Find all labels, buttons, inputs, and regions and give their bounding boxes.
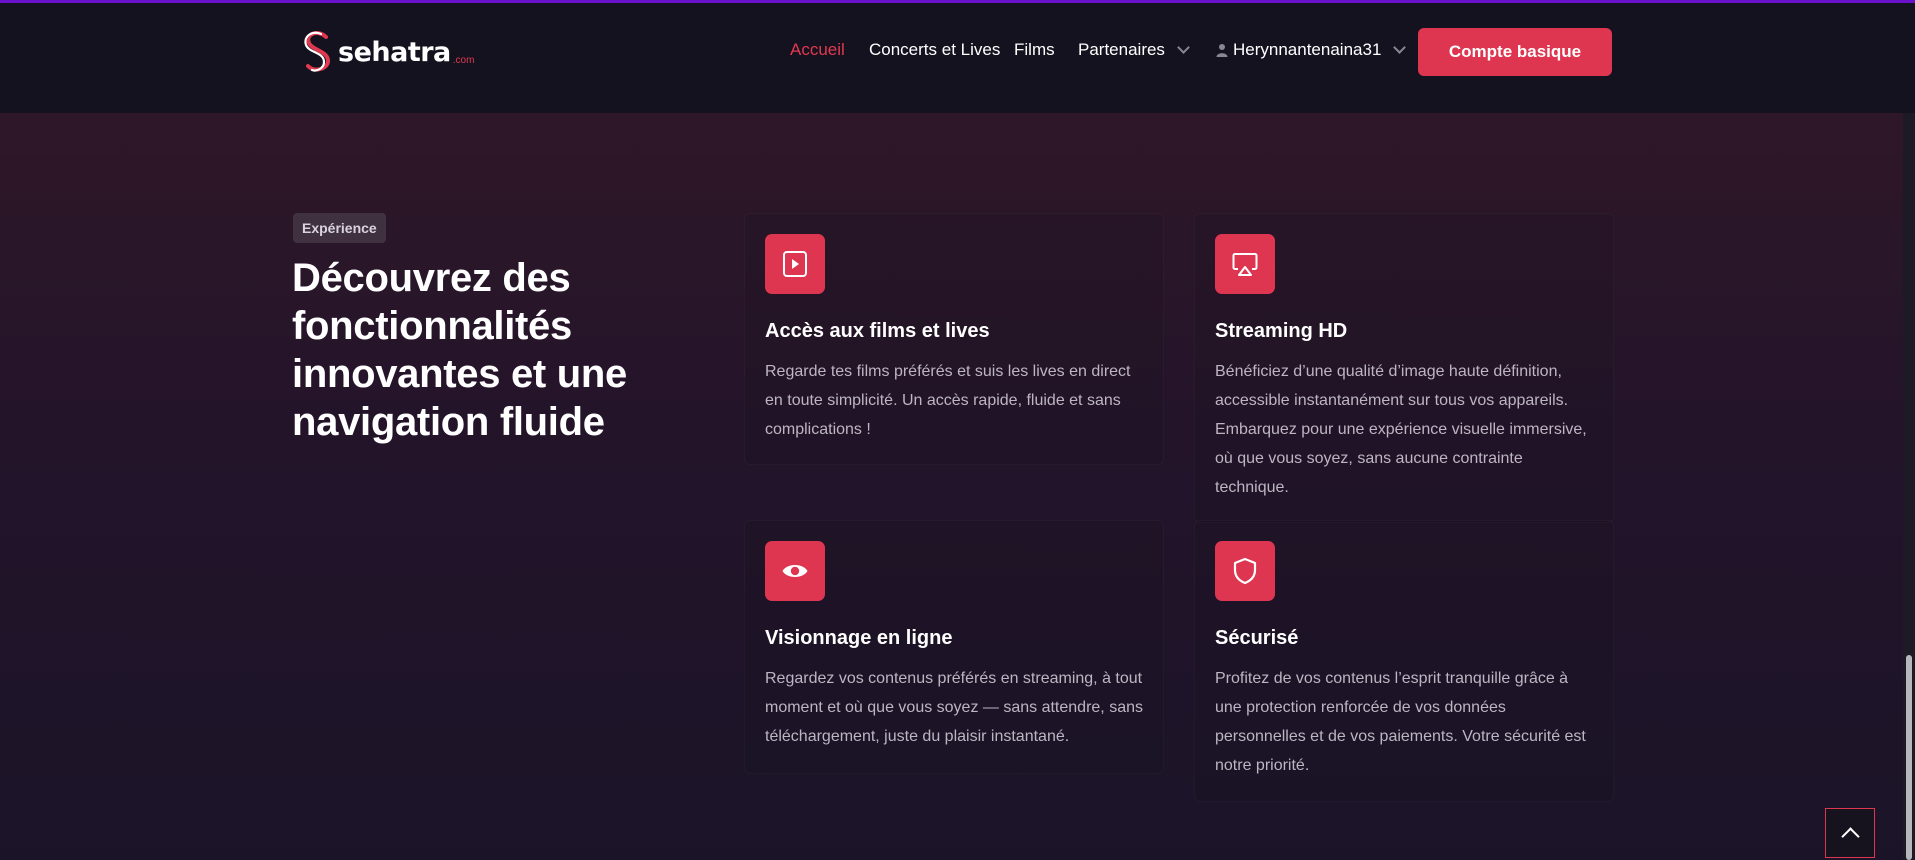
eye-icon <box>782 565 808 577</box>
feature-text: Bénéficiez d’une qualité d’image haute d… <box>1215 363 1587 496</box>
main-nav: Accueil Concerts et Lives Films Partenai… <box>0 6 1915 96</box>
scrollbar-thumb[interactable] <box>1906 655 1912 860</box>
feature-icon-box <box>1215 234 1275 294</box>
feature-card-streaming-hd: Streaming HD Bénéficiez d’une qualité d’… <box>1194 213 1614 523</box>
chevron-up-icon <box>1840 826 1860 846</box>
feature-title: Streaming HD <box>1215 320 1348 342</box>
nav-label: Films <box>1014 40 1055 59</box>
user-menu[interactable]: Herynnantenaina31 <box>1216 40 1407 60</box>
airplay-icon <box>1232 253 1258 276</box>
nav-label: Partenaires <box>1078 40 1165 59</box>
feature-icon-box <box>765 234 825 294</box>
feature-title: Accès aux films et lives <box>765 320 990 342</box>
nav-label: Concerts et Lives <box>869 40 1001 59</box>
feature-card-visionnage: Visionnage en ligne Regardez vos contenu… <box>744 520 1164 774</box>
feature-text: Profitez de vos contenus l’esprit tranqu… <box>1215 670 1586 774</box>
feature-title: Visionnage en ligne <box>765 627 953 649</box>
chevron-down-icon <box>1393 41 1407 54</box>
section-title: Découvrez des fonctionnalités innovantes… <box>292 256 627 444</box>
feature-icon-box <box>1215 541 1275 601</box>
nav-label: Accueil <box>790 40 845 59</box>
feature-text: Regarde tes films préférés et suis les l… <box>765 363 1131 438</box>
nav-item-partenaires[interactable]: Partenaires <box>1078 40 1190 60</box>
nav-item-concerts-lives[interactable]: Concerts et Lives <box>869 40 1000 60</box>
nav-item-films[interactable]: Films <box>1014 40 1055 60</box>
shield-icon <box>1233 557 1257 585</box>
feature-title: Sécurisé <box>1215 627 1299 649</box>
page-scrollbar[interactable] <box>1903 113 1915 860</box>
play-square-icon <box>783 251 807 277</box>
user-icon <box>1216 44 1228 57</box>
feature-icon-box <box>765 541 825 601</box>
feature-card-films-lives: Accès aux films et lives Regarde tes fil… <box>744 213 1164 465</box>
user-name: Herynnantenaina31 <box>1233 40 1382 59</box>
feature-text: Regardez vos contenus préférés en stream… <box>765 670 1143 745</box>
account-button[interactable]: Compte basique <box>1418 28 1612 76</box>
feature-card-securise: Sécurisé Profitez de vos contenus l’espr… <box>1194 520 1614 802</box>
nav-item-accueil[interactable]: Accueil <box>790 40 845 60</box>
scroll-to-top-button[interactable] <box>1825 808 1875 858</box>
chevron-down-icon <box>1177 41 1190 54</box>
section-badge: Expérience <box>293 213 386 243</box>
site-header: sehatra .com Accueil Concerts et Lives F… <box>0 3 1915 113</box>
